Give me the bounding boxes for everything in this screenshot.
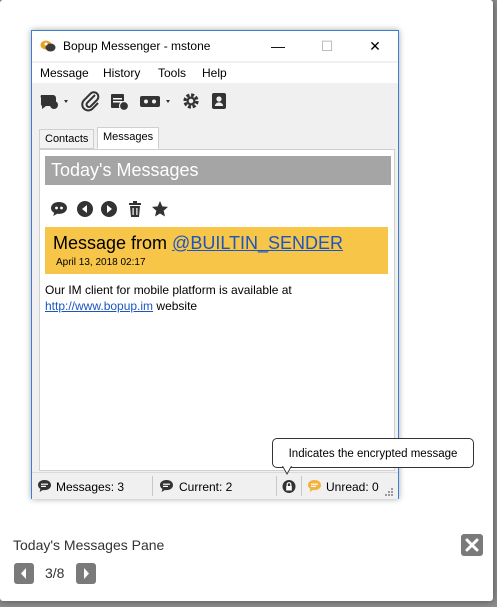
unread-message-icon	[308, 480, 321, 492]
window-title: Bopup Messenger - mstone	[63, 39, 211, 53]
tooltip-pointer-fill	[283, 466, 291, 473]
delete-trash-icon[interactable]	[126, 200, 144, 218]
message-link-line: http://www.bopup.im website	[45, 298, 292, 314]
menu-history[interactable]: History	[103, 66, 140, 80]
messages-count-icon	[38, 480, 51, 492]
sender-link[interactable]: @BUILTIN_SENDER	[172, 233, 343, 253]
next-message-icon[interactable]	[100, 200, 118, 218]
resize-grip-icon[interactable]	[384, 487, 394, 497]
message-from-prefix: Message from	[53, 233, 173, 253]
title-bar[interactable]: Bopup Messenger - mstone — ☐ ✕	[32, 31, 398, 61]
maximize-button[interactable]: ☐	[307, 31, 347, 61]
menu-tools[interactable]: Tools	[158, 66, 186, 80]
app-logo-icon	[40, 40, 56, 52]
favorite-star-icon[interactable]	[151, 200, 169, 218]
menu-message[interactable]: Message	[40, 66, 89, 80]
settings-gear-icon[interactable]	[180, 90, 202, 112]
current-message-number: Current: 2	[179, 480, 233, 494]
tab-messages[interactable]: Messages	[97, 127, 160, 149]
status-bar: Messages: 3 Current: 2 Unread: 0	[32, 472, 398, 499]
status-divider	[276, 476, 277, 496]
unread-count: Unread: 0	[326, 480, 379, 494]
message-body: Our IM client for mobile platform is ava…	[45, 282, 292, 314]
voicemail-icon[interactable]	[138, 90, 174, 112]
pane-title: Today's Messages	[45, 156, 391, 185]
previous-slide-icon[interactable]	[14, 563, 34, 584]
current-message-icon	[160, 480, 173, 492]
previous-message-icon[interactable]	[76, 200, 94, 218]
message-from-line: Message from @BUILTIN_SENDER	[53, 233, 343, 254]
website-link[interactable]: http://www.bopup.im	[45, 299, 153, 313]
contacts-book-icon[interactable]	[208, 90, 230, 112]
message-date: April 13, 2018 02:17	[56, 257, 146, 268]
message-history-icon[interactable]	[108, 90, 130, 112]
tab-contacts[interactable]: Contacts	[39, 129, 95, 149]
status-divider	[301, 476, 302, 496]
encryption-lock-icon	[282, 480, 296, 493]
todays-messages-pane: Today's Messages Message from @BUILTIN_S…	[39, 149, 395, 471]
lightbox-panel: Bopup Messenger - mstone — ☐ ✕ Message H…	[0, 0, 493, 601]
message-text: Our IM client for mobile platform is ava…	[45, 283, 292, 297]
attach-file-icon[interactable]	[80, 90, 102, 112]
send-message-icon[interactable]	[38, 90, 72, 112]
message-header: Message from @BUILTIN_SENDER April 13, 2…	[45, 227, 388, 274]
messages-count: Messages: 3	[56, 480, 125, 494]
minimize-button[interactable]: —	[258, 31, 298, 61]
status-divider	[152, 476, 153, 496]
next-slide-icon[interactable]	[76, 563, 96, 584]
close-window-button[interactable]: ✕	[355, 31, 395, 61]
reply-quote-icon[interactable]	[50, 200, 68, 218]
lightbox-caption: Today's Messages Pane	[13, 537, 165, 553]
slide-counter: 3/8	[45, 565, 65, 581]
menu-help[interactable]: Help	[202, 66, 227, 80]
toolbar	[32, 83, 398, 121]
close-lightbox-icon[interactable]	[461, 534, 483, 556]
messenger-window: Bopup Messenger - mstone — ☐ ✕ Message H…	[31, 30, 399, 499]
menu-bar: Message History Tools Help	[32, 63, 398, 83]
message-text-suffix: website	[153, 299, 198, 313]
encryption-tooltip: Indicates the encrypted message	[272, 438, 474, 468]
